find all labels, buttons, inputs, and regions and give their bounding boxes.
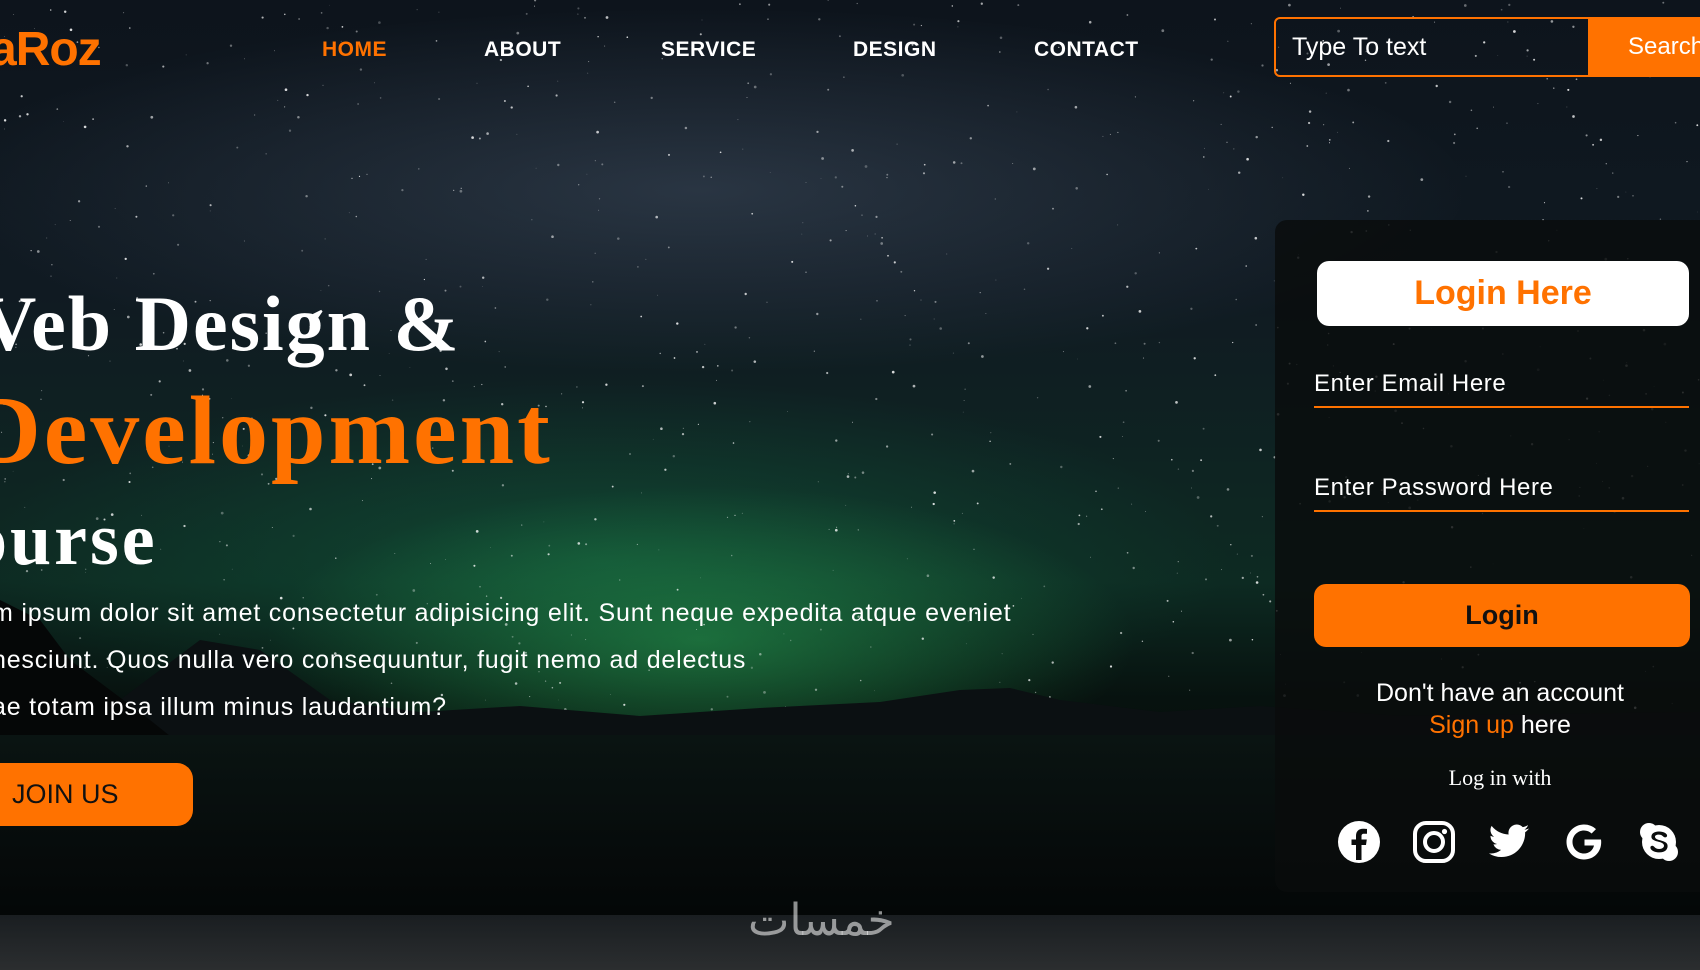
twitter-icon[interactable]: [1487, 820, 1531, 864]
instagram-icon[interactable]: [1412, 820, 1456, 864]
email-field[interactable]: [1314, 362, 1689, 408]
facebook-icon[interactable]: [1337, 820, 1381, 864]
hero-description-line1: m ipsum dolor sit amet consectetur adipi…: [0, 599, 1012, 627]
hero-description-line2: nesciunt. Quos nulla vero consequuntur, …: [0, 646, 747, 674]
signup-link[interactable]: Sign up: [1429, 711, 1514, 739]
nav-about[interactable]: ABOUT: [484, 38, 561, 62]
no-account-text: Don't have an account: [1376, 679, 1624, 707]
nav-contact[interactable]: CONTACT: [1034, 38, 1139, 62]
google-icon[interactable]: [1562, 820, 1606, 864]
nav-design[interactable]: DESIGN: [853, 38, 937, 62]
login-with-label: Log in with: [1448, 765, 1552, 790]
hero-title-line2: Development: [0, 377, 553, 485]
password-field[interactable]: [1314, 466, 1689, 512]
search-input[interactable]: [1274, 17, 1590, 77]
hero-title-line1: Veb Design &: [0, 280, 461, 367]
signup-suffix: here: [1513, 711, 1571, 739]
hero-description: m ipsum dolor sit amet consectetur adipi…: [0, 590, 1172, 731]
brand-logo[interactable]: aRoz: [0, 22, 102, 77]
login-panel: Login Here Login Don't have an account S…: [1275, 220, 1700, 892]
signup-prompt: Don't have an account Sign up here: [1275, 677, 1700, 741]
skype-icon[interactable]: [1637, 820, 1681, 864]
login-button[interactable]: Login: [1314, 584, 1690, 647]
nav-home[interactable]: HOME: [322, 38, 387, 62]
watermark: خمسات: [748, 895, 895, 946]
nav-service[interactable]: SERVICE: [661, 38, 756, 62]
hero-title-line3: ourse: [0, 499, 158, 581]
hero-description-line3: ae totam ipsa illum minus laudantium?: [0, 693, 447, 721]
join-us-button[interactable]: JOIN US: [0, 763, 193, 826]
login-title: Login Here: [1317, 261, 1689, 326]
search-button[interactable]: Search: [1588, 17, 1700, 77]
